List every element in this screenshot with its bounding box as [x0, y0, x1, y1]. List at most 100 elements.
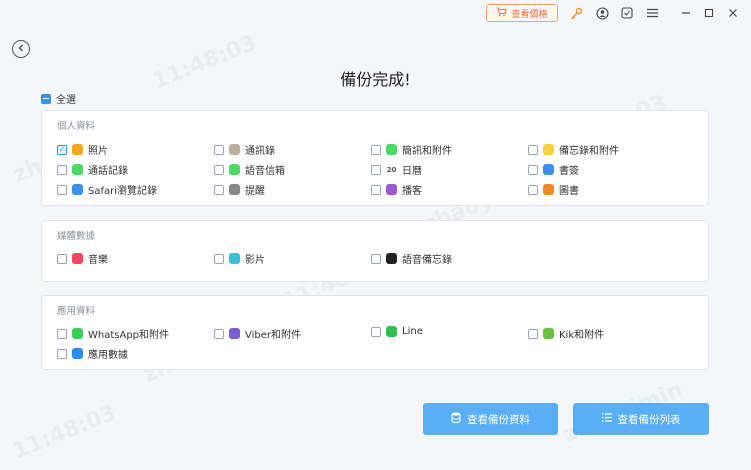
section-title: 應用資料: [57, 306, 96, 317]
item-checkbox[interactable]: [528, 328, 538, 339]
item-label: 應用數據: [88, 350, 128, 361]
contacts-icon: [229, 144, 240, 155]
data-item[interactable]: 20 日曆: [371, 162, 422, 177]
item-checkbox[interactable]: [214, 164, 224, 175]
item-label: Line: [402, 326, 423, 337]
select-all-box[interactable]: [41, 93, 51, 104]
menu-icon[interactable]: [645, 6, 659, 20]
item-label: Kik和附件: [559, 330, 605, 341]
data-item[interactable]: 備忘錄和附件: [528, 142, 619, 157]
item-label: 通話記錄: [88, 166, 128, 177]
data-item[interactable]: 播客: [371, 182, 422, 197]
section-personal-data: 個人資料 ✓ 照片 通訊錄 簡訊和附件 備忘錄和附件通話記錄 語音信箱 20 日曆 書簽 Safa…: [41, 110, 709, 206]
item-label: 通訊錄: [245, 146, 275, 157]
voice-memo-icon: [386, 253, 397, 264]
section-title: 媒體數據: [57, 231, 96, 242]
back-button[interactable]: [12, 40, 30, 58]
data-item[interactable]: Line: [371, 326, 423, 337]
section-app-data: 應用資料 WhatsApp和附件 Viber和附件 Line Kik和附件應用數據: [41, 295, 709, 370]
item-label: 提醒: [245, 186, 265, 197]
chevron-left-icon: [17, 44, 25, 55]
view-backup-list-label: 查看備份列表: [617, 413, 681, 426]
minimize-icon[interactable]: [679, 6, 693, 20]
item-label: 播客: [402, 186, 422, 197]
item-checkbox[interactable]: [214, 144, 224, 155]
data-item[interactable]: 簡訊和附件: [371, 142, 452, 157]
item-checkbox[interactable]: [57, 184, 67, 195]
data-item[interactable]: 應用數據: [57, 346, 128, 361]
item-checkbox[interactable]: [528, 144, 538, 155]
voicemail-icon: [229, 164, 240, 175]
line-icon: [386, 326, 397, 337]
view-backup-list-button[interactable]: 查看備份列表: [573, 403, 709, 435]
view-price-button[interactable]: 查看價格: [486, 4, 558, 22]
books-icon: [543, 184, 554, 195]
item-label: 簡訊和附件: [402, 146, 452, 157]
item-checkbox[interactable]: [214, 328, 224, 339]
item-checkbox[interactable]: [371, 164, 381, 175]
item-checkbox[interactable]: [528, 184, 538, 195]
item-checkbox[interactable]: [528, 164, 538, 175]
data-item[interactable]: ✓ 照片: [57, 142, 108, 157]
data-item[interactable]: 圖書: [528, 182, 579, 197]
data-item[interactable]: 音樂: [57, 251, 108, 266]
data-item[interactable]: 通話記錄: [57, 162, 128, 177]
item-checkbox[interactable]: [371, 144, 381, 155]
key-icon[interactable]: [569, 6, 583, 20]
section-title: 個人資料: [57, 121, 96, 132]
kik-icon: [543, 328, 554, 339]
item-checkbox[interactable]: [57, 164, 67, 175]
item-checkbox[interactable]: [214, 184, 224, 195]
data-item[interactable]: Viber和附件: [214, 326, 301, 341]
item-checkbox[interactable]: [371, 253, 381, 264]
item-label: 語音信箱: [245, 166, 285, 177]
item-label: 圖書: [559, 186, 579, 197]
view-backup-data-button[interactable]: 查看備份資料: [423, 403, 558, 435]
viber-icon: [229, 328, 240, 339]
item-label: Viber和附件: [245, 330, 302, 341]
data-item[interactable]: 通訊錄: [214, 142, 275, 157]
select-all-label: 全選: [56, 95, 76, 106]
item-label: 音樂: [88, 255, 108, 266]
data-item[interactable]: 提醒: [214, 182, 265, 197]
item-label: 備忘錄和附件: [559, 146, 619, 157]
item-checkbox[interactable]: [371, 326, 381, 337]
page-title: 備份完成!: [340, 70, 411, 89]
item-label: 照片: [88, 146, 108, 157]
item-label: 影片: [245, 255, 265, 266]
calendar-icon: 20: [386, 165, 397, 174]
user-icon[interactable]: [595, 6, 609, 20]
cart-icon: [496, 7, 508, 20]
item-checkbox[interactable]: [57, 253, 67, 264]
data-item[interactable]: 書簽: [528, 162, 579, 177]
bookmarks-icon: [543, 164, 554, 175]
close-icon[interactable]: [726, 6, 740, 20]
data-item[interactable]: Kik和附件: [528, 326, 604, 341]
data-item[interactable]: 影片: [214, 251, 265, 266]
data-item[interactable]: 語音信箱: [214, 162, 285, 177]
item-checkbox[interactable]: [57, 328, 67, 339]
item-checkbox[interactable]: [371, 184, 381, 195]
view-price-label: 查看價格: [511, 9, 548, 20]
app-store-icon: [72, 348, 83, 359]
data-item[interactable]: Safari瀏覽記錄: [57, 182, 157, 197]
reminders-icon: [229, 184, 240, 195]
maximize-icon[interactable]: [702, 6, 716, 20]
feedback-icon[interactable]: [620, 6, 634, 20]
item-checkbox[interactable]: [57, 348, 67, 359]
item-checkbox[interactable]: ✓: [57, 144, 67, 155]
select-all-checkbox[interactable]: 全選: [41, 91, 76, 106]
phone-icon: [72, 164, 83, 175]
item-checkbox[interactable]: [214, 253, 224, 264]
data-item[interactable]: 語音備忘錄: [371, 251, 452, 266]
watermark-time: 11:48:03: [9, 400, 121, 465]
data-item[interactable]: WhatsApp和附件: [57, 326, 169, 341]
podcasts-icon: [386, 184, 397, 195]
titlebar: 查看價格: [0, 0, 751, 28]
whatsapp-icon: [72, 328, 83, 339]
safari-icon: [72, 184, 83, 195]
messages-icon: [386, 144, 397, 155]
photos-icon: [72, 144, 83, 155]
item-label: 日曆: [402, 166, 422, 177]
app-window: 11:48:03 zhaoyimin 11:48:03 zhaoyimin 11…: [0, 0, 751, 470]
